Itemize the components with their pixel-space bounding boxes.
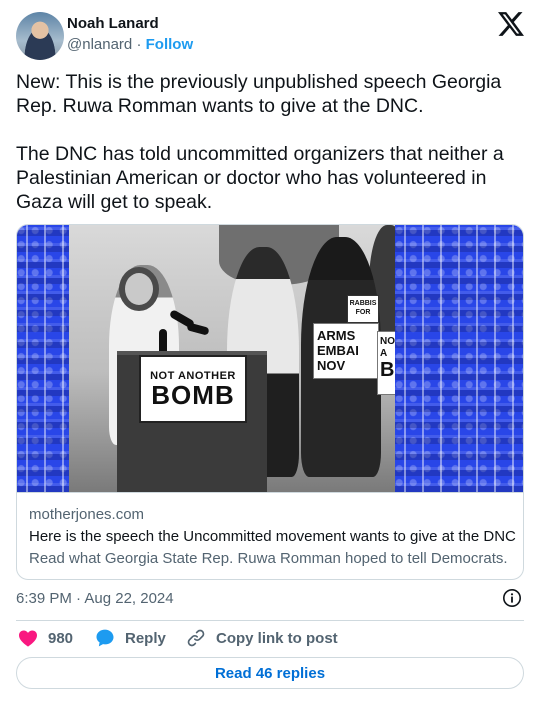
- link-preview-image[interactable]: NOT ANOTHER BOMB RABBIS FOR ARMS EMBAI N…: [17, 225, 523, 492]
- post-paragraph: The DNC has told uncommitted organizers …: [16, 143, 504, 213]
- speech-bubble-icon: [96, 629, 114, 647]
- reply-button[interactable]: Reply: [95, 628, 166, 648]
- author-handle-row: @nlanard · Follow: [67, 36, 193, 53]
- podium-sign: NOT ANOTHER BOMB: [139, 355, 247, 423]
- follow-button[interactable]: Follow: [146, 36, 194, 53]
- author-handle[interactable]: @nlanard: [67, 36, 132, 53]
- post-timestamp[interactable]: 6:39 PM · Aug 22, 2024: [16, 590, 174, 607]
- not-another-sign: NOT A B: [377, 331, 395, 395]
- link-preview-card[interactable]: NOT ANOTHER BOMB RABBIS FOR ARMS EMBAI N…: [16, 224, 524, 580]
- link-domain: motherjones.com: [29, 506, 145, 523]
- embedded-post: Noah Lanard @nlanard · Follow New: This …: [0, 0, 540, 705]
- podium-sign-line: BOMB: [151, 380, 235, 410]
- copy-link-button[interactable]: Copy link to post: [186, 628, 338, 648]
- arms-sign-line: EMBAI: [317, 343, 359, 358]
- avatar[interactable]: [16, 12, 64, 60]
- microphone: [186, 322, 210, 336]
- blue-vote-collage: [17, 225, 69, 492]
- nota-sign-line: NOT A: [380, 336, 395, 359]
- x-logo-icon[interactable]: [498, 12, 524, 36]
- nota-sign-line: B: [380, 359, 395, 381]
- press-conference-photo: NOT ANOTHER BOMB RABBIS FOR ARMS EMBAI N…: [69, 225, 395, 492]
- post-paragraph: New: This is the previously unpublished …: [16, 71, 502, 117]
- heart-icon: [19, 630, 37, 647]
- read-replies-button[interactable]: Read 46 replies: [16, 657, 524, 689]
- divider: [16, 620, 524, 621]
- link-description: Read what Georgia State Rep. Ruwa Romman…: [29, 550, 508, 567]
- reply-label: Reply: [125, 629, 166, 647]
- arms-sign-line: NOV: [317, 358, 346, 373]
- photo-person-head: [119, 267, 159, 311]
- arms-embargo-sign: ARMS EMBAI NOV: [313, 323, 379, 379]
- author-name[interactable]: Noah Lanard: [67, 15, 159, 32]
- link-icon: [187, 629, 205, 647]
- post-text: New: This is the previously unpublished …: [16, 70, 526, 214]
- link-preview-meta[interactable]: motherjones.com Here is the speech the U…: [17, 492, 523, 579]
- link-title[interactable]: Here is the speech the Uncommitted movem…: [29, 528, 516, 545]
- info-icon[interactable]: [502, 588, 522, 608]
- handle-separator: ·: [136, 36, 142, 53]
- copy-link-label: Copy link to post: [216, 629, 338, 647]
- arms-sign-line: ARMS: [317, 328, 356, 343]
- like-count: 980: [48, 629, 74, 647]
- rabbis-sign: RABBIS FOR: [347, 295, 379, 323]
- like-button[interactable]: 980: [18, 628, 73, 648]
- blue-vote-collage: [395, 225, 523, 492]
